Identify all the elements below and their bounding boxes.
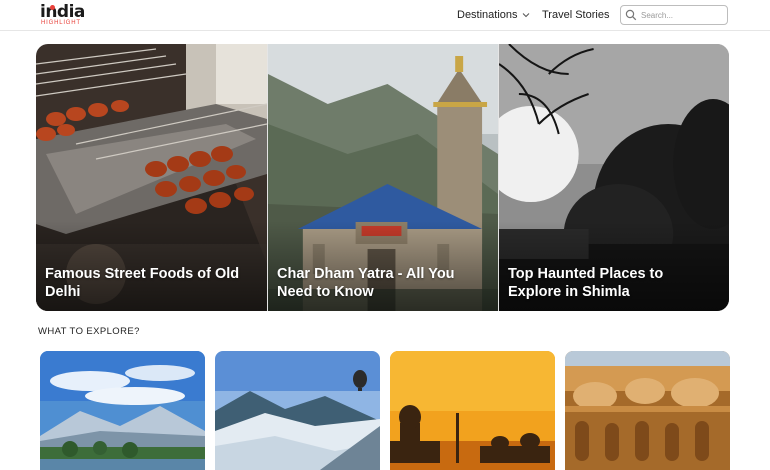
site-logo[interactable]: india HIGHLIGHT <box>40 3 90 29</box>
hero-carousel: Famous Street Foods of Old Delhi Char Dh… <box>36 44 729 311</box>
section-title-what-to-explore: WHAT TO EXPLORE? <box>38 326 140 337</box>
logo-dot <box>50 5 55 10</box>
hero-card-street-foods[interactable]: Famous Street Foods of Old Delhi <box>36 44 267 311</box>
explore-card-snow-valley[interactable] <box>215 351 380 470</box>
nav-destinations-label: Destinations <box>457 9 518 21</box>
hero-card-title: Char Dham Yatra - All You Need to Know <box>277 266 455 300</box>
explore-card-kashmir[interactable] <box>40 351 205 470</box>
logo-text: india <box>40 2 85 22</box>
chevron-down-icon <box>522 13 529 18</box>
explore-grid <box>40 351 730 470</box>
search-input[interactable] <box>641 10 721 20</box>
hero-card-char-dham[interactable]: Char Dham Yatra - All You Need to Know <box>267 44 498 311</box>
snowy-valley-balloon-image <box>215 351 380 470</box>
explore-card-rajasthan-fort[interactable] <box>565 351 730 470</box>
search-box[interactable] <box>620 5 728 25</box>
logo-subtitle: HIGHLIGHT <box>41 20 81 26</box>
rajasthan-fort-image <box>565 351 730 470</box>
hero-card-haunted-shimla[interactable]: Top Haunted Places to Explore in Shimla <box>498 44 729 311</box>
site-header: india HIGHLIGHT Destinations Travel Stor… <box>0 0 770 31</box>
nav-destinations[interactable]: Destinations <box>457 9 531 21</box>
taj-mahal-sunset-image <box>390 351 555 470</box>
search-icon <box>625 9 637 21</box>
explore-card-taj-mahal[interactable] <box>390 351 555 470</box>
nav-travel-stories[interactable]: Travel Stories <box>542 9 609 21</box>
hero-card-title: Top Haunted Places to Explore in Shimla <box>508 266 664 300</box>
hero-card-title: Famous Street Foods of Old Delhi <box>45 266 240 300</box>
kashmir-lake-image <box>40 351 205 470</box>
